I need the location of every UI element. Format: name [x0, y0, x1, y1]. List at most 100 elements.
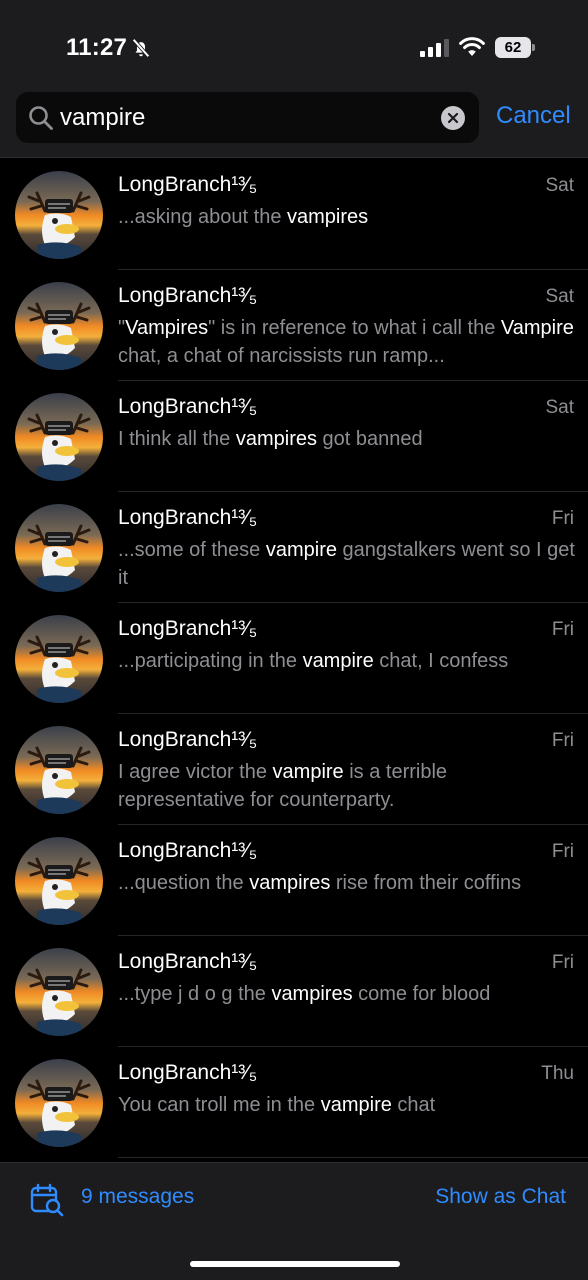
show-as-chat-button[interactable]: Show as Chat [435, 1185, 566, 1209]
sender-name: LongBranch¹³⁄₅ [118, 728, 258, 751]
snippet-text: ...some of these [118, 539, 266, 561]
message-snippet: ...participating in the vampire chat, I … [118, 647, 576, 675]
status-time: 11:27 [66, 34, 128, 61]
message-count-button[interactable]: 9 messages [81, 1185, 194, 1209]
search-match-highlight: vampire [265, 539, 337, 561]
message-date: Sat [545, 286, 574, 307]
search-match-highlight: vampires [271, 983, 353, 1005]
search-result-row[interactable]: LongBranch¹³⁄₅ Fri ...type j d o g the vam… [0, 936, 588, 1047]
snippet-text: ...participating in the [118, 650, 303, 672]
bottom-bar: 9 messages Show as Chat [0, 1162, 588, 1280]
snippet-text: rise from their coffins [330, 872, 522, 894]
search-match-highlight: vampires [287, 206, 369, 228]
search-result-row[interactable]: LongBranch¹³⁄₅ Sat "Vampires" is in refere… [0, 270, 588, 381]
battery-tip [532, 44, 535, 51]
avatar [15, 504, 103, 592]
avatar-image [15, 282, 103, 370]
message-date: Fri [551, 841, 574, 862]
message-date: Fri [551, 952, 574, 973]
snippet-text: ...asking about the [118, 206, 288, 228]
avatar [15, 726, 103, 814]
snippet-text: ...question the [118, 872, 250, 894]
sender-name: LongBranch¹³⁄₅ [118, 506, 258, 529]
search-match-highlight: Vampires [125, 317, 209, 339]
wifi-icon [459, 37, 485, 56]
search-result-row[interactable]: LongBranch¹³⁄₅ Fri ...some of these vampir… [0, 492, 588, 603]
avatar [15, 948, 103, 1036]
snippet-text: chat, a chat of narcissists run ramp... [118, 345, 445, 367]
message-snippet: You can troll me in the vampire chat [118, 1091, 576, 1119]
search-bar[interactable] [16, 92, 479, 143]
search-result-row[interactable]: LongBranch¹³⁄₅ Fri ...participating in the… [0, 603, 588, 714]
search-match-highlight: Vampire [500, 317, 574, 339]
avatar-image [15, 948, 103, 1036]
search-input[interactable] [60, 92, 430, 143]
message-date: Sat [545, 397, 574, 418]
message-date: Thu [541, 1063, 574, 1084]
calendar-search-icon[interactable] [30, 1183, 64, 1217]
home-indicator[interactable] [190, 1261, 400, 1267]
cancel-button[interactable]: Cancel [496, 102, 571, 130]
search-header: 11:27 62 vampire Cancel [0, 0, 588, 158]
avatar [15, 615, 103, 703]
search-match-highlight: vampire [272, 761, 344, 783]
bell-off-icon [132, 38, 150, 58]
snippet-text: I think all the [118, 428, 236, 450]
search-result-row[interactable]: LongBranch¹³⁄₅ Fri I agree victor the vamp… [0, 714, 588, 825]
message-snippet: ...question the vampires rise from their… [118, 869, 576, 897]
search-icon [29, 106, 53, 130]
avatar [15, 393, 103, 481]
snippet-text: You can troll me in the [118, 1094, 321, 1116]
clear-icon [447, 112, 459, 124]
clear-search-button[interactable] [441, 106, 465, 130]
message-snippet: I agree victor the vampire is a terrible… [118, 758, 576, 814]
avatar-image [15, 726, 103, 814]
sender-name: LongBranch¹³⁄₅ [118, 1061, 258, 1084]
sender-name: LongBranch¹³⁄₅ [118, 950, 258, 973]
snippet-text: " is in reference to what i call the [208, 317, 501, 339]
avatar [15, 1059, 103, 1147]
snippet-text: I agree victor the [118, 761, 273, 783]
battery-indicator: 62 [495, 37, 535, 58]
avatar-image [15, 393, 103, 481]
avatar [15, 171, 103, 259]
signal-icon [420, 39, 449, 57]
search-match-highlight: vampires [249, 872, 331, 894]
search-match-highlight: vampire [320, 1094, 392, 1116]
message-snippet: ...some of these vampire gangstalkers we… [118, 536, 576, 592]
search-result-row[interactable]: LongBranch¹³⁄₅ Sat ...asking about the vam… [0, 159, 588, 270]
message-snippet: ...asking about the vampires [118, 203, 576, 231]
snippet-text: come for blood [352, 983, 491, 1005]
battery-level: 62 [495, 37, 531, 58]
sender-name: LongBranch¹³⁄₅ [118, 173, 258, 196]
snippet-text: ...type j d o g the [118, 983, 272, 1005]
search-results-list: LongBranch¹³⁄₅ Sat ...asking about the vam… [0, 159, 588, 1158]
avatar [15, 837, 103, 925]
search-match-highlight: vampire [302, 650, 374, 672]
search-result-row[interactable]: LongBranch¹³⁄₅ Fri ...question the vampire… [0, 825, 588, 936]
snippet-text: chat, I confess [373, 650, 509, 672]
status-bar: 11:27 62 [0, 0, 588, 88]
sender-name: LongBranch¹³⁄₅ [118, 284, 258, 307]
message-snippet: I think all the vampires got banned [118, 425, 576, 453]
search-results-screen: 11:27 62 vampire Cancel LongBranch¹³⁄₅ S… [0, 0, 588, 1280]
search-result-row[interactable]: LongBranch¹³⁄₅ Sat I think all the vampire… [0, 381, 588, 492]
avatar-image [15, 1059, 103, 1147]
row-separator [118, 1157, 588, 1158]
sender-name: LongBranch¹³⁄₅ [118, 617, 258, 640]
message-date: Fri [551, 508, 574, 529]
snippet-text: chat [391, 1094, 436, 1116]
message-date: Fri [551, 730, 574, 751]
search-result-row[interactable]: LongBranch¹³⁄₅ Thu You can troll me in the… [0, 1047, 588, 1158]
message-snippet: "Vampires" is in reference to what i cal… [118, 314, 576, 370]
search-match-highlight: vampires [235, 428, 317, 450]
message-date: Fri [551, 619, 574, 640]
avatar-image [15, 171, 103, 259]
message-date: Sat [545, 175, 574, 196]
message-snippet: ...type j d o g the vampires come for bl… [118, 980, 576, 1008]
avatar-image [15, 504, 103, 592]
avatar-image [15, 615, 103, 703]
avatar-image [15, 837, 103, 925]
avatar [15, 282, 103, 370]
sender-name: LongBranch¹³⁄₅ [118, 839, 258, 862]
